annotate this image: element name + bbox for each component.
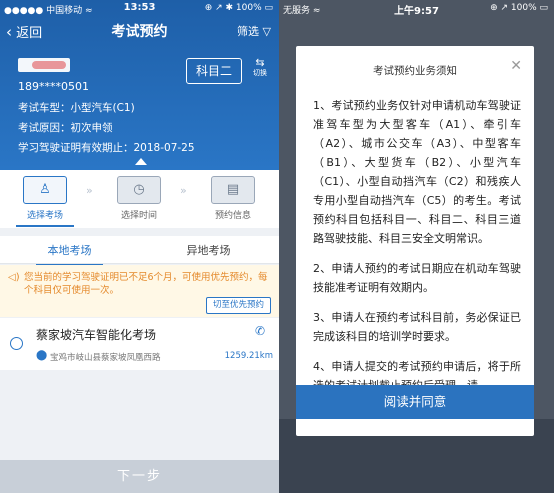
read-and-agree-button[interactable]: 阅读并同意 — [296, 385, 534, 419]
step-label: 选择时间 — [120, 211, 157, 221]
status-bar: ●●●●● 中国移动 ≈ 13:53 ⊕ ↗ ✱ 100% ▭ — [0, 0, 279, 16]
dialog-paragraph: 2、申请人预约的考试日期应在机动车驾驶技能准考证明有效期内。 — [313, 262, 521, 294]
vehicle-type: 考试车型：小型汽车(C1) — [18, 102, 135, 114]
status-bar: 无服务 ≈ 上午9:57 ⊕ ↗ 100% ▭ — [279, 0, 554, 17]
notice-text: 您当前的学习驾驶证明已不足6个月，可使用优先预约，每个科目仅可使用一次。 — [24, 272, 268, 296]
step-label: 预约信息 — [214, 211, 251, 221]
site-radio[interactable] — [10, 337, 23, 350]
subject-selector[interactable]: 科目二 — [186, 58, 242, 84]
caret-icon — [135, 158, 147, 165]
person-icon: ♙ — [23, 176, 67, 204]
right-screen: 无服务 ≈ 上午9:57 ⊕ ↗ 100% ▭ 考试预约业务须知 ✕ 1、考试预… — [279, 0, 554, 493]
battery-label: ⊕ ↗ ✱ 100% ▭ — [204, 3, 273, 13]
tab-local[interactable]: 本地考场 — [0, 242, 139, 266]
document-icon: ▤ — [211, 176, 255, 204]
funnel-icon: ▽ — [262, 25, 271, 38]
redacted-name — [18, 58, 70, 72]
speaker-icon: ◁) — [8, 272, 20, 283]
navigation-bar: ‹ 返回 考试预约 筛选 ▽ — [0, 18, 279, 44]
step-booking-info[interactable]: ▤ 预约信息 — [198, 176, 268, 221]
chevron-right-icon: » — [180, 184, 187, 197]
dialog-paragraph: 3、申请人在预约考试科目前，务必保证已完成该科目的培训学时要求。 — [313, 311, 521, 343]
profile-header: ●●●●● 中国移动 ≈ 13:53 ⊕ ↗ ✱ 100% ▭ ‹ 返回 考试预… — [0, 0, 279, 170]
dialog-body[interactable]: 1、考试预约业务仅针对申请机动车驾驶证准驾车型为大型客车（A1）、牵引车（A2）… — [313, 96, 521, 406]
left-screen: ●●●●● 中国移动 ≈ 13:53 ⊕ ↗ ✱ 100% ▭ ‹ 返回 考试预… — [0, 0, 279, 493]
switch-subject-button[interactable]: ⇆ 切换 — [248, 56, 272, 78]
location-pin-icon: ⬤ — [36, 350, 48, 361]
permit-validity: 学习驾驶证明有效期止：2018-07-25 — [18, 142, 195, 154]
step-select-site[interactable]: ♙ 选择考场 — [10, 176, 80, 227]
user-phone: 189****0501 — [18, 80, 89, 93]
site-tabs: 本地考场 异地考场 — [0, 236, 279, 266]
battery-label: ⊕ ↗ 100% ▭ — [490, 3, 548, 13]
step-indicator: ♙ 选择考场 » ◷ 选择时间 » ▤ 预约信息 — [0, 170, 279, 228]
site-name: 蔡家坡汽车智能化考场 — [36, 328, 157, 342]
switch-priority-button[interactable]: 切至优先预约 — [205, 297, 271, 314]
notice-dialog: 考试预约业务须知 ✕ 1、考试预约业务仅针对申请机动车驾驶证准驾车型为大型客车（… — [296, 46, 534, 436]
step-label: 选择考场 — [26, 211, 63, 221]
switch-label: 切换 — [253, 69, 267, 77]
swap-icon: ⇆ — [255, 56, 265, 69]
tab-remote[interactable]: 异地考场 — [139, 242, 278, 258]
dialog-paragraph: 1、考试预约业务仅针对申请机动车驾驶证准驾车型为大型客车（A1）、牵引车（A2）… — [313, 99, 521, 245]
close-icon[interactable]: ✕ — [510, 58, 522, 74]
exam-reason: 考试原因：初次申领 — [18, 122, 113, 134]
clock-icon: ◷ — [117, 176, 161, 204]
filter-button[interactable]: 筛选 ▽ — [237, 23, 271, 39]
site-distance: 1259.21km — [224, 351, 273, 361]
chevron-right-icon: » — [86, 184, 93, 197]
phone-icon[interactable]: ✆ — [255, 324, 265, 338]
priority-notice: ◁) 您当前的学习驾驶证明已不足6个月，可使用优先预约，每个科目仅可使用一次。 … — [0, 265, 279, 317]
next-step-button[interactable]: 下一步 — [0, 460, 279, 493]
filter-label: 筛选 — [237, 25, 260, 38]
dialog-title: 考试预约业务须知 — [373, 65, 457, 77]
site-address: 宝鸡市岐山县蔡家坡凤凰西路 — [50, 353, 161, 363]
list-item[interactable]: 蔡家坡汽车智能化考场 ✆ ⬤ 宝鸡市岐山县蔡家坡凤凰西路 1259.21km — [0, 318, 279, 370]
step-select-time[interactable]: ◷ 选择时间 — [104, 176, 174, 221]
